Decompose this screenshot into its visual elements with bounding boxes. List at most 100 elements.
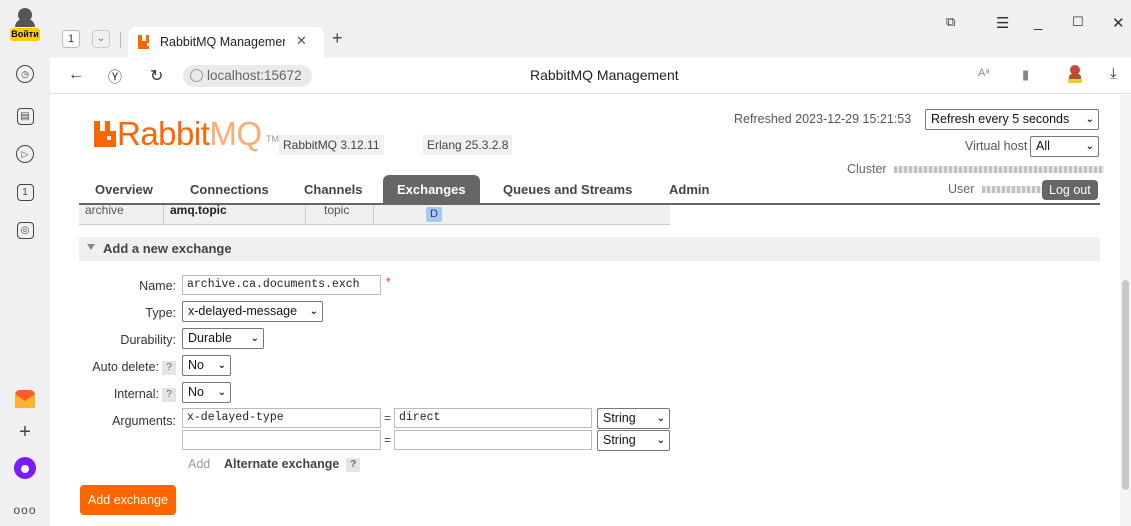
tab-connections[interactable]: Connections <box>190 175 269 203</box>
play-icon[interactable]: ▷ <box>13 142 37 166</box>
erlang-version: Erlang 25.3.2.8 <box>423 135 513 155</box>
more-icon[interactable]: ooo <box>13 498 37 522</box>
internal-value: No <box>188 385 204 399</box>
history-icon[interactable]: ◷ <box>13 62 37 86</box>
refresh-interval-select[interactable]: Refresh every 5 seconds ⌄ <box>925 109 1099 130</box>
extension-icon[interactable] <box>1066 64 1084 87</box>
row-exchange-name[interactable]: amq.topic <box>170 204 227 224</box>
required-mark: * <box>386 275 391 289</box>
tab-count[interactable]: 1 <box>62 30 80 48</box>
argument-key-field[interactable]: x-delayed-type <box>182 408 381 428</box>
tab-strip: 1 ⌄ RabbitMQ Managemen ✕ + ⧉ ☰ _ ☐ ✕ <box>50 0 1131 58</box>
tab-title: RabbitMQ Managemen <box>160 35 285 49</box>
tab-list-dropdown-icon[interactable]: ⌄ <box>92 30 110 48</box>
tab-overview[interactable]: Overview <box>95 175 153 203</box>
argument-key-field[interactable] <box>182 430 381 450</box>
argument-value-field[interactable]: direct <box>394 408 592 428</box>
column-divider <box>373 205 374 225</box>
table-row[interactable]: archive amq.topic topic D <box>79 203 670 225</box>
menu-icon[interactable]: ☰ <box>996 14 1009 32</box>
arguments-label: Arguments: <box>112 414 176 428</box>
new-tab-icon[interactable]: + <box>332 28 343 49</box>
collections-icon[interactable]: ▤ <box>13 104 37 128</box>
add-panel-icon[interactable]: + <box>13 420 37 444</box>
download-icon[interactable]: ⤓ <box>1110 65 1117 82</box>
tab-separator <box>120 32 121 48</box>
chevron-down-icon: ⌄ <box>656 413 665 424</box>
argument-type-select[interactable]: String ⌄ <box>597 430 670 451</box>
argument-type-select[interactable]: String ⌄ <box>597 408 670 429</box>
rabbitmq-page: RabbitMQ TM RabbitMQ 3.12.11 Erlang 25.3… <box>50 95 1131 526</box>
tab-channels[interactable]: Channels <box>304 175 363 203</box>
exchange-type-select[interactable]: x-delayed-message ⌄ <box>182 301 323 322</box>
back-icon[interactable]: ← <box>68 66 84 84</box>
column-divider <box>305 205 306 225</box>
internal-select[interactable]: No ⌄ <box>182 382 231 403</box>
tab-exchanges[interactable]: Exchanges <box>383 175 480 203</box>
minimize-icon[interactable]: _ <box>1034 14 1042 31</box>
url-field[interactable]: localhost:15672 <box>183 65 312 87</box>
add-exchange-button[interactable]: Add exchange <box>80 485 176 515</box>
profile-button[interactable]: Войти <box>10 8 40 48</box>
exchange-name-field[interactable]: archive.ca.documents.exch <box>182 275 381 295</box>
rabbitmq-favicon-icon <box>138 35 150 49</box>
translate-icon[interactable]: Aᵃ <box>978 67 989 79</box>
equals-sign: = <box>384 433 392 447</box>
argument-type-value: String <box>603 411 636 425</box>
close-tab-icon[interactable]: ✕ <box>296 33 307 49</box>
argument-value-field[interactable] <box>394 430 592 450</box>
row-exchange-type: topic <box>324 203 350 217</box>
reload-icon[interactable]: ↻ <box>150 66 163 86</box>
user-name-redacted <box>981 186 1044 194</box>
auto-delete-label-text: Auto delete: <box>92 360 159 374</box>
alternate-exchange-link[interactable]: Alternate exchange? <box>224 457 361 472</box>
durability-label: Durability: <box>120 333 176 347</box>
type-label: Type: <box>145 306 176 320</box>
internal-label: Internal:? <box>114 387 176 402</box>
tab-rabbitmq[interactable]: RabbitMQ Managemen ✕ <box>128 27 324 58</box>
logo-mq: MQ <box>209 115 262 152</box>
durable-feature-badge: D <box>426 207 442 222</box>
cluster-name-redacted <box>894 166 1105 174</box>
alternate-exchange-text: Alternate exchange <box>224 457 340 471</box>
chevron-down-icon: ⌄ <box>309 306 318 317</box>
scroll-thumb[interactable] <box>1122 280 1129 490</box>
column-divider <box>163 205 164 225</box>
row-vhost: archive <box>85 203 124 217</box>
equals-sign: = <box>384 411 392 425</box>
screenshot-icon[interactable]: ◎ <box>13 218 37 242</box>
tab-switcher-icon[interactable]: ⧉ <box>946 14 955 30</box>
page-scrollbar[interactable] <box>1120 95 1131 526</box>
login-label: Войти <box>10 28 40 41</box>
yandex-icon[interactable]: Ⓨ <box>108 67 122 87</box>
logo-tm: TM <box>266 134 279 144</box>
refresh-interval-value: Refresh every 5 seconds <box>931 112 1070 126</box>
durability-select[interactable]: Durable ⌄ <box>182 328 264 349</box>
collapse-arrow-icon <box>87 244 95 250</box>
virtual-host-select[interactable]: All ⌄ <box>1030 136 1099 157</box>
site-info-icon[interactable] <box>190 69 203 82</box>
auto-delete-label: Auto delete:? <box>92 360 176 375</box>
add-exchange-section-header[interactable]: Add a new exchange <box>79 237 1100 261</box>
auto-delete-select[interactable]: No ⌄ <box>182 355 231 376</box>
auto-delete-help-icon[interactable]: ? <box>162 360 176 375</box>
chevron-down-icon: ⌄ <box>1085 114 1094 125</box>
bookmark-icon[interactable]: ▮ <box>1022 67 1029 83</box>
mail-icon[interactable] <box>13 387 37 411</box>
tab-admin[interactable]: Admin <box>669 175 709 203</box>
browser-sidebar: Войти ◷ ▤ ▷ 1 ◎ + ooo <box>0 0 50 526</box>
chevron-down-icon: ⌄ <box>1085 141 1094 152</box>
alice-icon[interactable] <box>13 456 37 480</box>
virtual-host-value: All <box>1036 139 1050 153</box>
cluster-label-text: Cluster <box>847 162 887 176</box>
tabs-icon[interactable]: 1 <box>13 180 37 204</box>
chevron-down-icon: ⌄ <box>217 360 226 371</box>
logout-button[interactable]: Log out <box>1042 180 1098 200</box>
tab-queues-and-streams[interactable]: Queues and Streams <box>503 175 632 203</box>
alternate-exchange-help-icon[interactable]: ? <box>346 457 361 472</box>
maximize-icon[interactable]: ☐ <box>1072 14 1084 30</box>
internal-help-icon[interactable]: ? <box>162 387 176 402</box>
virtual-host-label: Virtual host <box>965 139 1028 153</box>
window-close-icon[interactable]: ✕ <box>1112 14 1125 32</box>
add-argument-link[interactable]: Add <box>188 457 210 471</box>
